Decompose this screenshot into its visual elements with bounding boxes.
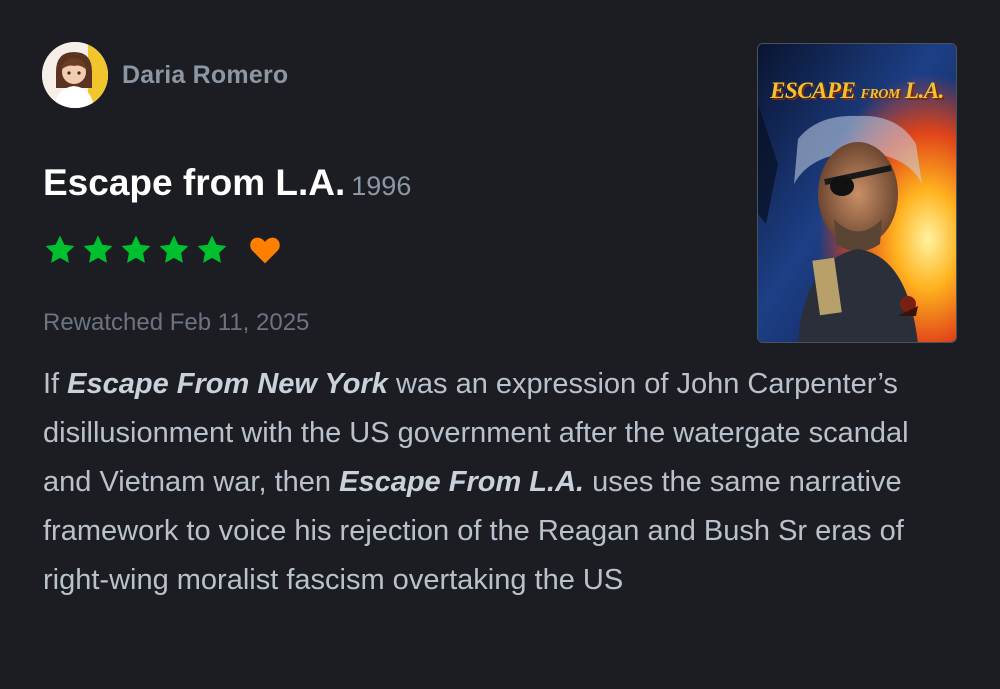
poster-title-main: ESCAPE: [770, 78, 856, 103]
poster-title-small: FROM: [860, 87, 901, 102]
star-icon: [159, 235, 189, 263]
film-year[interactable]: 1996: [351, 171, 411, 201]
film-title[interactable]: Escape from L.A.: [43, 162, 345, 203]
poster-title: ESCAPE FROM L.A.: [758, 78, 956, 104]
heart-icon: [250, 237, 280, 264]
star-icon: [83, 235, 113, 263]
review-film-reference: Escape From New York: [67, 368, 388, 400]
review-film-reference: Escape From L.A.: [339, 466, 585, 498]
avatar-image: [42, 42, 108, 108]
film-heading: Escape from L.A. 1996: [43, 162, 411, 204]
watch-date: Rewatched Feb 11, 2025: [43, 309, 310, 336]
review-author[interactable]: Daria Romero: [122, 61, 288, 90]
rating: [43, 230, 281, 270]
avatar[interactable]: [42, 42, 108, 108]
star-icon: [45, 235, 75, 263]
review-card: Daria Romero Escape from L.A. 1996 Rewatc…: [0, 0, 1000, 689]
film-poster[interactable]: ESCAPE FROM L.A.: [757, 43, 957, 343]
review-body: If Escape From New York was an expressio…: [43, 360, 953, 605]
review-text: If: [43, 368, 68, 400]
star-icon: [121, 235, 151, 263]
star-icon: [197, 235, 227, 263]
poster-title-end: L.A.: [905, 78, 944, 103]
